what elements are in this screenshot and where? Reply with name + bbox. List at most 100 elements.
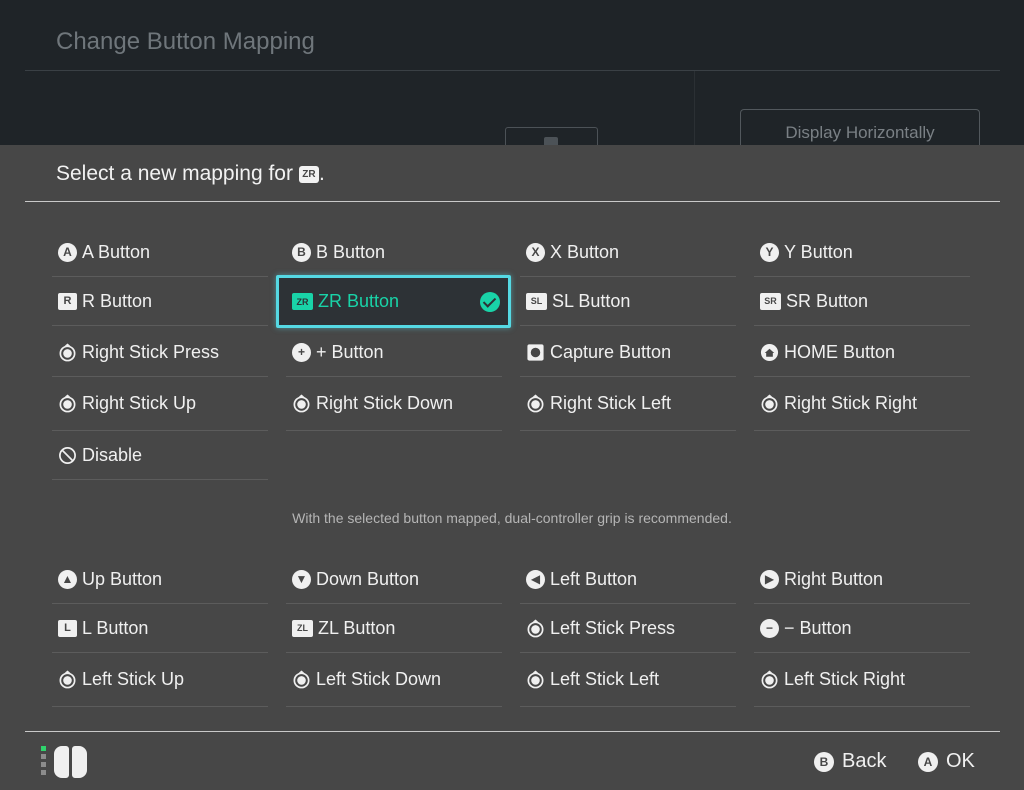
- left-stick-down-icon: [292, 670, 311, 689]
- option-y-button[interactable]: YY Button: [754, 228, 970, 277]
- option-disable[interactable]: Disable: [52, 431, 268, 480]
- a-button-icon: A: [918, 751, 938, 772]
- back-button[interactable]: B Back: [814, 750, 886, 773]
- option-label: HOME Button: [784, 341, 896, 362]
- option-label: A Button: [82, 241, 151, 262]
- left-stick-left-icon: [526, 670, 545, 689]
- disable-icon: [58, 446, 77, 465]
- option-right-stick-press[interactable]: Right Stick Press: [52, 328, 268, 377]
- a-button-icon: A: [58, 242, 77, 262]
- option-plus-button[interactable]: + + Button: [286, 328, 502, 377]
- background-vertical-divider: [694, 71, 695, 145]
- option-label: Left Stick Down: [316, 669, 442, 689]
- right-stick-press-icon: [58, 342, 77, 362]
- grip-recommendation-note: With the selected button mapped, dual-co…: [292, 510, 732, 526]
- option-label: Left Button: [550, 568, 638, 589]
- sr-button-icon: SR: [760, 292, 781, 310]
- prompt-divider: [25, 201, 1000, 202]
- home-button-icon: [760, 343, 779, 362]
- option-sr-button[interactable]: SR SR Button: [754, 277, 970, 326]
- display-horizontally-button: Display Horizontally: [740, 109, 980, 150]
- option-right-stick-up[interactable]: Right Stick Up: [52, 377, 268, 431]
- option-left-stick-right[interactable]: Left Stick Right: [754, 653, 970, 707]
- l-button-icon: L: [58, 619, 77, 637]
- option-home-button[interactable]: HOME Button: [754, 328, 970, 377]
- zl-button-icon: ZL: [292, 619, 313, 637]
- option-label: Left Stick Press: [550, 617, 676, 638]
- option-label: − Button: [784, 617, 852, 638]
- primary-options-grid: AA Button B B Button X X Button Y Y Button R R B…: [52, 228, 972, 480]
- selected-check-icon: [480, 292, 500, 312]
- option-right-stick-down[interactable]: Right Stick Down: [286, 377, 502, 431]
- option-a-button[interactable]: AA Button: [52, 228, 268, 277]
- option-right-button[interactable]: ▶ Right Button: [754, 555, 970, 604]
- right-stick-left-icon: [526, 394, 545, 413]
- option-zr-button[interactable]: ZR ZR Button: [276, 275, 511, 328]
- option-left-stick-press[interactable]: Left Stick Press: [520, 604, 736, 653]
- option-up-button[interactable]: ▲ Up Button: [52, 555, 268, 604]
- right-stick-right-icon: [760, 394, 779, 413]
- background-title: Change Button Mapping: [56, 28, 315, 55]
- option-label: ZR Button: [318, 291, 400, 311]
- option-label: SR Button: [786, 290, 869, 311]
- option-label: Right Stick Up: [82, 393, 197, 413]
- left-button-icon: ◀: [526, 569, 545, 589]
- option-capture-button[interactable]: Capture Button: [520, 328, 736, 377]
- option-left-stick-up[interactable]: Left Stick Up: [52, 653, 268, 707]
- option-label: Right Stick Left: [550, 393, 672, 413]
- option-label: Capture Button: [550, 341, 672, 362]
- option-minus-button[interactable]: − − Button: [754, 604, 970, 653]
- empty-slot: [520, 431, 736, 480]
- prompt-text: Select a new mapping for: [56, 162, 293, 185]
- option-l-button[interactable]: L L Button: [52, 604, 268, 653]
- r-button-icon: R: [58, 292, 77, 310]
- left-stick-press-icon: [526, 618, 545, 638]
- option-zl-button[interactable]: ZL ZL Button: [286, 604, 502, 653]
- option-label: R Button: [82, 290, 153, 311]
- down-button-icon: ▼: [292, 569, 311, 589]
- background-screen: Change Button Mapping Display Horizontal…: [0, 0, 1024, 152]
- option-label: Left Stick Up: [82, 669, 185, 689]
- option-right-stick-right[interactable]: Right Stick Right: [754, 377, 970, 431]
- option-label: Y Button: [784, 241, 853, 262]
- mapping-prompt: Select a new mapping for ZR.: [56, 162, 325, 186]
- secondary-options-grid: ▲ Up Button ▼ Down Button ◀ Left Button ▶ Right…: [52, 555, 972, 707]
- ok-label: OK: [946, 750, 975, 772]
- option-left-stick-down[interactable]: Left Stick Down: [286, 653, 502, 707]
- option-label: X Button: [550, 241, 620, 262]
- option-down-button[interactable]: ▼ Down Button: [286, 555, 502, 604]
- option-x-button[interactable]: XX Button: [520, 228, 736, 277]
- plus-button-icon: +: [292, 342, 311, 362]
- option-label: Left Stick Right: [784, 669, 906, 689]
- option-label: L Button: [82, 617, 149, 638]
- x-button-icon: X: [526, 242, 545, 262]
- empty-slot: [286, 431, 502, 480]
- option-r-button[interactable]: R R Button: [52, 277, 268, 326]
- prompt-period: .: [318, 162, 325, 185]
- up-button-icon: ▲: [58, 569, 77, 589]
- back-label: Back: [842, 750, 887, 772]
- option-label: Right Stick Down: [316, 393, 454, 413]
- zr-button-icon: ZR: [292, 293, 313, 310]
- option-left-button[interactable]: ◀ Left Button: [520, 555, 736, 604]
- controller-icon: [41, 746, 89, 780]
- option-left-stick-left[interactable]: Left Stick Left: [520, 653, 736, 707]
- left-stick-right-icon: [760, 670, 779, 689]
- right-stick-down-icon: [292, 394, 311, 413]
- option-label: Down Button: [316, 568, 420, 589]
- mapping-overlay: Select a new mapping for ZR. AA Button B B…: [0, 145, 1024, 790]
- empty-slot: [754, 431, 970, 480]
- left-joycon-icon: [54, 746, 69, 778]
- option-sl-button[interactable]: SL SL Button: [520, 277, 736, 326]
- right-joycon-icon: [72, 746, 87, 778]
- option-b-button[interactable]: BB Button: [286, 228, 502, 277]
- footer: B Back A OK: [0, 732, 1024, 790]
- option-right-stick-left[interactable]: Right Stick Left: [520, 377, 736, 431]
- option-label: + Button: [316, 341, 384, 362]
- ok-button[interactable]: A OK: [918, 750, 975, 773]
- right-button-icon: ▶: [760, 569, 779, 589]
- option-label: ZL Button: [318, 617, 396, 638]
- minus-button-icon: −: [760, 618, 779, 638]
- option-label: Right Button: [784, 568, 884, 589]
- right-stick-up-icon: [58, 394, 77, 413]
